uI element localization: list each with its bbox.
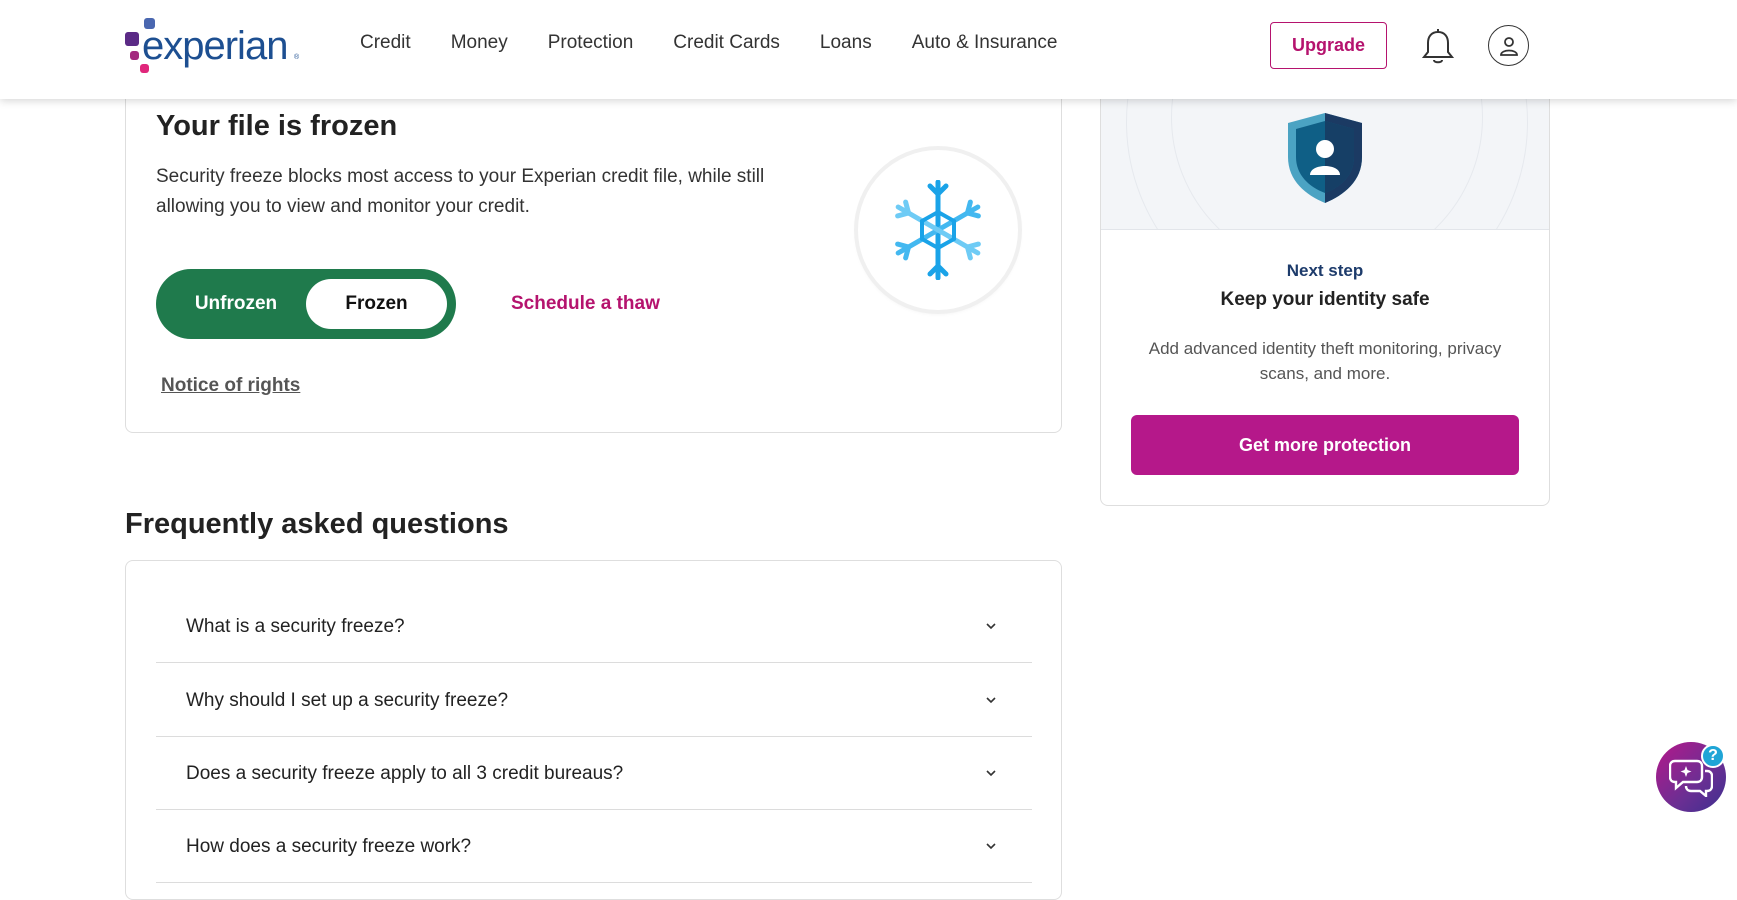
faq-item[interactable]: What is a security freeze? <box>156 590 1032 663</box>
chevron-down-icon <box>986 770 996 777</box>
get-more-protection-button[interactable]: Get more protection <box>1131 415 1519 475</box>
logo-wordmark: experian <box>142 24 288 68</box>
chevron-down-icon <box>986 623 996 630</box>
snowflake-badge <box>858 150 1018 310</box>
logo-trademark: ® <box>294 54 300 61</box>
freeze-description: Security freeze blocks most access to yo… <box>156 166 765 217</box>
nav-auto-insurance[interactable]: Auto & Insurance <box>912 32 1058 54</box>
nav-credit-cards[interactable]: Credit Cards <box>673 32 780 54</box>
nav-loans[interactable]: Loans <box>820 32 872 54</box>
upgrade-button[interactable]: Upgrade <box>1270 22 1387 69</box>
schedule-thaw-link[interactable]: Schedule a thaw <box>511 293 660 315</box>
nav-money[interactable]: Money <box>451 32 508 54</box>
faq-question: How does a security freeze work? <box>186 835 472 857</box>
toggle-unfrozen-option[interactable]: Unfrozen <box>156 269 316 339</box>
logo-dot-purple <box>125 32 139 46</box>
experian-logo[interactable]: experian ® <box>125 18 305 76</box>
snowflake-icon <box>895 180 981 280</box>
chevron-down-icon <box>986 697 996 704</box>
bell-icon[interactable] <box>1420 28 1456 66</box>
logo-dot-violet <box>130 51 139 60</box>
profile-button[interactable] <box>1488 25 1529 66</box>
upsell-description-line: scans, and more. <box>1259 364 1391 383</box>
upsell-hero <box>1101 81 1549 230</box>
upsell-description-line: Add advanced identity theft monitoring, … <box>1148 339 1502 358</box>
top-header: experian ® Credit Money Protection Credi… <box>0 0 1737 99</box>
main-nav: Credit Money Protection Credit Cards Loa… <box>360 32 1097 54</box>
upsell-title: Keep your identity safe <box>1220 289 1430 310</box>
upsell-description: Add advanced identity theft monitoring, … <box>1100 336 1550 386</box>
upsell-eyebrow: Next step <box>1286 261 1364 280</box>
faq-question: What is a security freeze? <box>186 615 405 637</box>
faq-question: Why should I set up a security freeze? <box>186 689 509 711</box>
faq-question: Does a security freeze apply to all 3 cr… <box>186 762 624 784</box>
shield-user-icon <box>1288 113 1362 203</box>
toggle-frozen-option[interactable]: Frozen <box>306 279 447 329</box>
faq-title: Frequently asked questions <box>125 508 509 540</box>
user-icon <box>1499 36 1518 56</box>
chevron-down-icon <box>986 843 996 850</box>
help-badge: ? <box>1701 744 1725 768</box>
nav-protection[interactable]: Protection <box>548 32 634 54</box>
nav-credit[interactable]: Credit <box>360 32 411 54</box>
freeze-title: Your file is frozen <box>156 110 398 142</box>
freeze-toggle[interactable]: Unfrozen Frozen <box>156 269 456 339</box>
notice-of-rights-link[interactable]: Notice of rights <box>161 375 300 397</box>
faq-item[interactable]: Why should I set up a security freeze? <box>156 664 1032 737</box>
faq-item[interactable]: How does a security freeze work? <box>156 810 1032 883</box>
faq-item[interactable]: Does a security freeze apply to all 3 cr… <box>156 737 1032 810</box>
